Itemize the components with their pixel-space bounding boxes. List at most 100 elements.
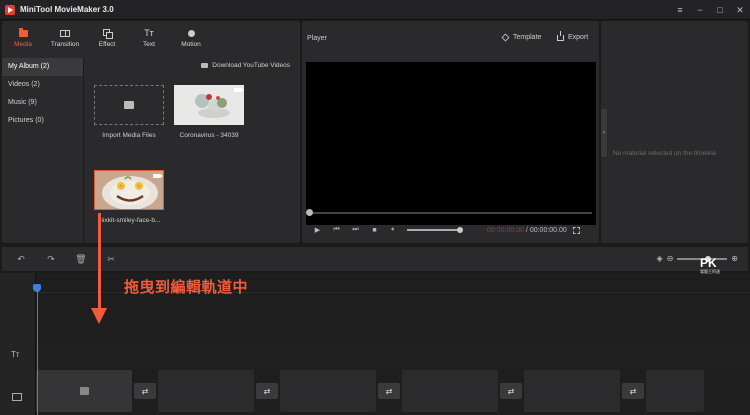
empty-selection-message: No material selected on the timeline (613, 150, 717, 157)
track-labels: Tт (0, 273, 36, 415)
zoom-out-icon[interactable]: ⊖ (667, 254, 674, 263)
transition-icon (60, 29, 70, 37)
previous-frame-icon[interactable]: ⏮ (327, 226, 346, 234)
redo-icon[interactable]: ↷ (36, 254, 66, 265)
transition-slot-icon[interactable]: ⇄ (378, 383, 400, 399)
play-icon[interactable]: ▶ (308, 226, 327, 234)
effect-icon (102, 29, 113, 39)
window-controls: ≡ − □ ✕ (670, 0, 750, 20)
fit-timeline-icon[interactable]: ◈ (656, 254, 662, 263)
video-track: ⇄ ⇄ ⇄ ⇄ ⇄ (36, 370, 750, 412)
player-header: Player Template Export (302, 21, 599, 56)
seek-bar[interactable] (310, 212, 592, 214)
export-label: Export (568, 34, 589, 41)
annotation-text: 拖曳到編輯軌道中 (124, 279, 249, 296)
media-panel: Media Transition Effect Tт Text Motion M… (2, 21, 300, 243)
media-thumb-coronavirus[interactable] (174, 85, 244, 125)
template-button[interactable]: Template (501, 33, 541, 42)
video-slot[interactable] (280, 370, 376, 412)
album-item-pictures[interactable]: Pictures (0) (2, 112, 83, 130)
text-track-label: Tт (11, 350, 20, 359)
media-label-smiley: mixkit-smiley-face-b... (97, 217, 161, 224)
download-youtube-label: Download YouTube Videos (212, 62, 290, 69)
collapse-panel-button[interactable]: › (601, 109, 607, 157)
minimize-button[interactable]: − (690, 0, 710, 20)
timecode: 00:00:00.00 / 00:00:00.00 (487, 227, 567, 234)
import-media-label: Import Media Files (102, 132, 156, 139)
export-button[interactable]: Export (557, 30, 589, 41)
fullscreen-icon[interactable] (572, 226, 580, 234)
player-title: Player (307, 35, 327, 42)
maximize-button[interactable]: □ (710, 0, 730, 20)
stop-icon[interactable]: ■ (365, 227, 384, 234)
timeline-toolbar: ↶ ↷ 🗑︎ ✂︎ ◈ ⊖ ⊕ (2, 247, 748, 271)
album-item-my-album[interactable]: My Album (2) (2, 58, 83, 76)
title-bar: MiniTool MovieMaker 3.0 ≡ − □ ✕ (0, 0, 750, 20)
playback-controls: ▶ ⏮ ⏭ ■ 🔈︎ 00:00:00.00 / 00:00:00.00 (308, 223, 596, 237)
tab-effect[interactable]: Effect (86, 21, 128, 55)
seek-handle[interactable] (306, 209, 313, 216)
album-item-music[interactable]: Music (9) (2, 94, 83, 112)
video-slot[interactable] (158, 370, 254, 412)
undo-icon[interactable]: ↶ (6, 254, 36, 265)
delete-icon[interactable]: 🗑︎ (66, 254, 96, 265)
video-camera-icon (234, 88, 244, 92)
tab-media[interactable]: Media (2, 21, 44, 55)
media-thumb-smiley[interactable] (94, 170, 164, 210)
volume-slider[interactable] (407, 227, 463, 233)
app-logo-icon (5, 4, 15, 15)
media-grid: Download YouTube Videos Import Media Fil… (84, 58, 300, 243)
main-toolbar: Media Transition Effect Tт Text Motion (2, 21, 300, 55)
next-frame-icon[interactable]: ⏭ (346, 226, 365, 234)
tab-motion-label: Motion (181, 40, 201, 48)
tab-effect-label: Effect (98, 40, 116, 48)
media-placeholder-icon (79, 387, 89, 395)
watermark-main: PK (700, 256, 717, 270)
preview-screen[interactable] (306, 62, 596, 225)
tab-text[interactable]: Tт Text (128, 21, 170, 55)
media-label-coronavirus: Coronavirus - 34039 (179, 132, 239, 139)
video-slot[interactable] (646, 370, 704, 412)
transition-slot-icon[interactable]: ⇄ (134, 383, 156, 399)
text-track[interactable] (36, 343, 750, 369)
youtube-icon (201, 63, 209, 68)
app-title: MiniTool MovieMaker 3.0 (20, 5, 114, 14)
motion-icon (187, 29, 195, 37)
tab-motion[interactable]: Motion (170, 21, 212, 55)
time-current: 00:00:00.00 (487, 226, 524, 234)
player-panel: Player Template Export ▶ ⏮ ⏭ ■ 🔈︎ 00:00:… (302, 21, 599, 243)
transition-slot-icon[interactable]: ⇄ (256, 383, 278, 399)
download-youtube-button[interactable]: Download YouTube Videos (201, 62, 290, 69)
tab-transition[interactable]: Transition (44, 21, 86, 55)
menu-icon[interactable]: ≡ (670, 0, 690, 20)
annotation-arrow-head (91, 308, 107, 324)
transition-slot-icon[interactable]: ⇄ (622, 383, 644, 399)
transition-slot-icon[interactable]: ⇄ (500, 383, 522, 399)
video-camera-icon (153, 174, 163, 178)
video-slot[interactable] (524, 370, 620, 412)
volume-icon[interactable]: 🔈︎ (384, 226, 403, 234)
video-slot[interactable] (402, 370, 498, 412)
album-item-videos[interactable]: Videos (2) (2, 76, 83, 94)
export-icon (557, 30, 564, 41)
chevron-right-icon: › (603, 130, 605, 136)
property-panel: › No material selected on the timeline (601, 21, 748, 243)
zoom-in-icon[interactable]: ⊕ (731, 254, 738, 263)
watermark-logo: PK 電腦王阿達 (700, 256, 720, 274)
album-list: My Album (2) Videos (2) Music (9) Pictur… (2, 58, 84, 243)
time-total: 00:00:00.00 (529, 226, 567, 234)
tab-media-label: Media (14, 40, 32, 48)
annotation-arrow (98, 213, 101, 313)
import-media-button[interactable] (94, 85, 164, 125)
zoom-control: ◈ ⊖ ⊕ (656, 254, 738, 263)
layers-icon (501, 33, 510, 42)
playhead[interactable] (37, 286, 38, 415)
folder-icon (124, 101, 134, 109)
playhead-handle[interactable] (33, 284, 41, 292)
video-slot[interactable] (36, 370, 132, 412)
tab-transition-label: Transition (50, 40, 80, 48)
text-icon: Tт (144, 28, 154, 38)
volume-handle[interactable] (457, 227, 463, 233)
folder-icon (18, 27, 28, 37)
close-button[interactable]: ✕ (730, 0, 750, 20)
